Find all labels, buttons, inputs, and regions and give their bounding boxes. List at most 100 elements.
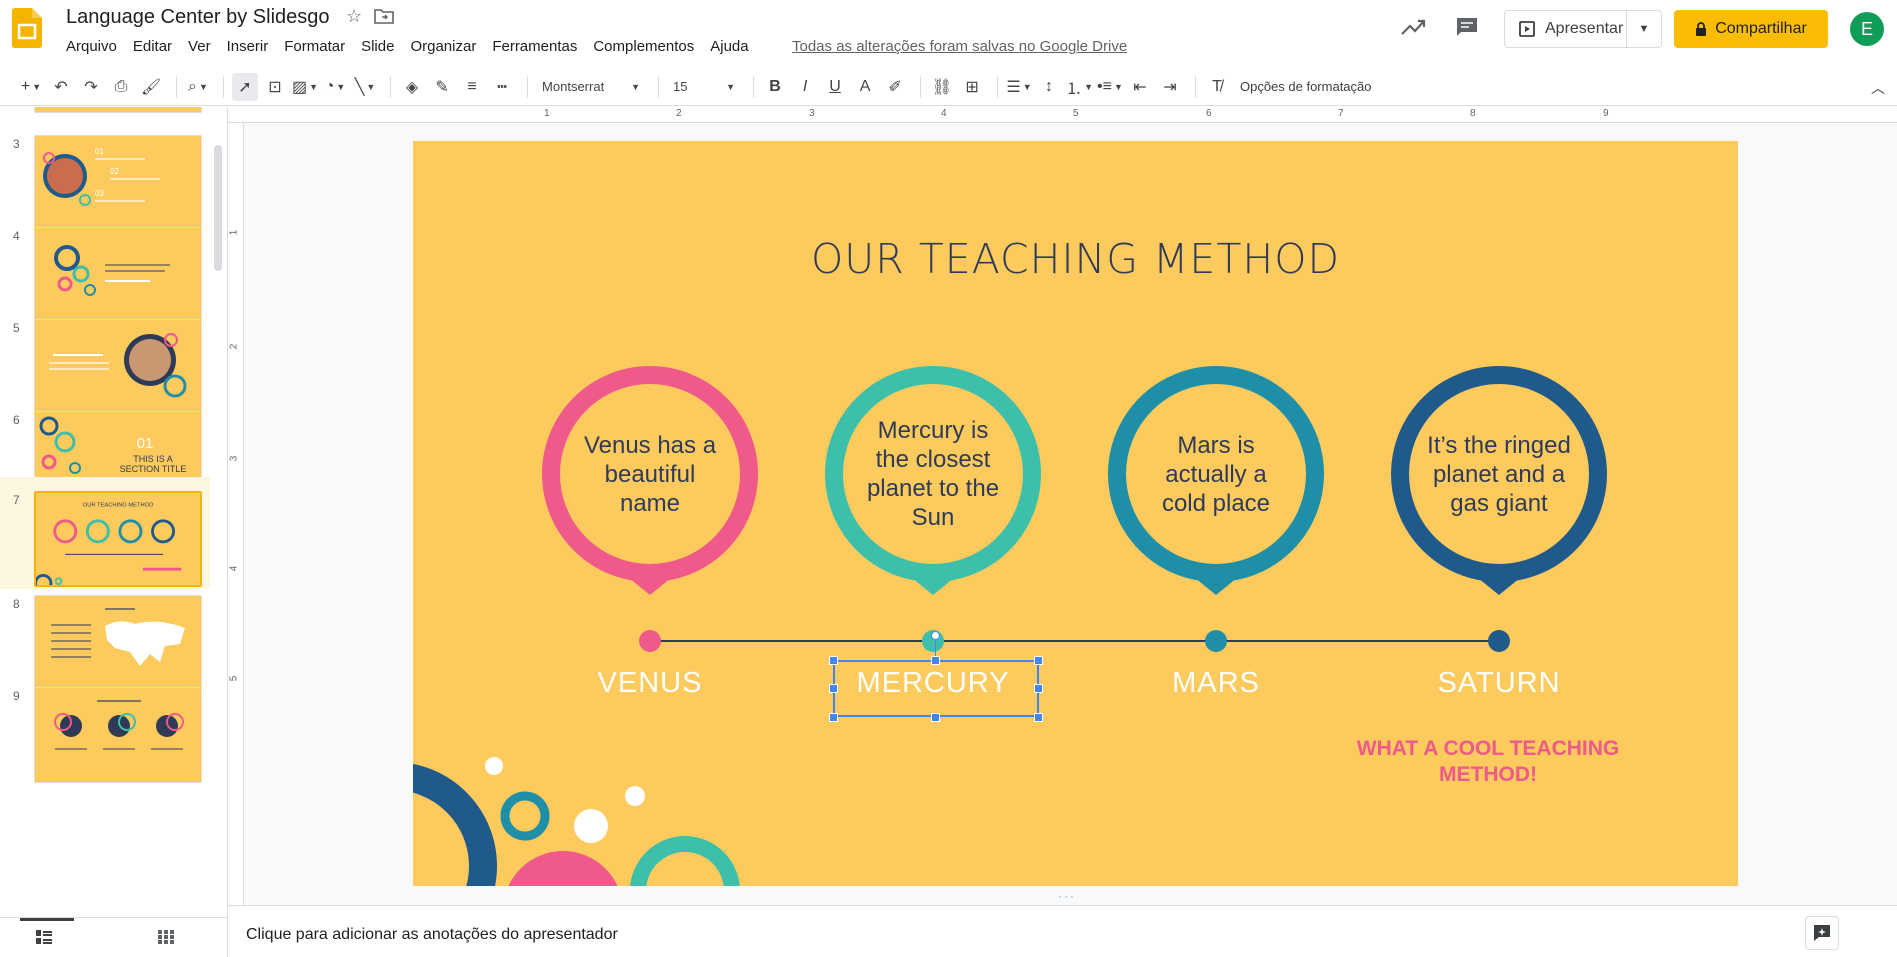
clear-formatting-icon[interactable]: T̸ [1204, 73, 1230, 101]
pin-mars-text[interactable]: Mars is actually a cold place [1107, 365, 1325, 583]
pin-mars[interactable]: Mars is actually a cold place [1107, 365, 1325, 595]
filmstrip-scrollbar[interactable] [214, 145, 222, 271]
comments-icon[interactable] [1455, 16, 1479, 38]
bold-icon[interactable]: B [762, 73, 788, 101]
resize-handle[interactable] [1034, 684, 1043, 693]
menu-ver[interactable]: Ver [180, 36, 219, 57]
ruler-mark: 6 [1206, 108, 1212, 119]
filmstrip-view-icon[interactable] [36, 930, 52, 944]
svg-text:OUR TEACHING METHOD: OUR TEACHING METHOD [83, 502, 154, 508]
pin-venus-text[interactable]: Venus has a beautiful name [541, 365, 759, 583]
resize-handle[interactable] [829, 656, 838, 665]
slide-title[interactable]: OUR TEACHING METHOD [413, 235, 1738, 283]
text-color-icon[interactable]: A [852, 73, 878, 101]
align-icon[interactable]: ☰ ▼ [1006, 73, 1032, 101]
timeline-dot-venus[interactable] [639, 630, 661, 652]
zoom-icon[interactable]: ⌕ ▼ [185, 73, 211, 101]
decrease-indent-icon[interactable]: ⇤ [1127, 73, 1153, 101]
present-dropdown-icon[interactable]: ▼ [1627, 23, 1661, 35]
border-weight-icon[interactable]: ≡ [459, 73, 485, 101]
text-box-icon[interactable]: ⊡ [262, 73, 288, 101]
timeline-dot-saturn[interactable] [1488, 630, 1510, 652]
highlight-color-icon[interactable]: ✐ [882, 73, 908, 101]
pin-saturn[interactable]: It’s the ringed planet and a gas giant [1390, 365, 1608, 595]
rotate-handle[interactable] [931, 631, 940, 640]
menu-inserir[interactable]: Inserir [219, 36, 277, 57]
current-slide[interactable]: OUR TEACHING METHOD Venus has a beautifu… [413, 141, 1738, 886]
bulleted-list-icon[interactable]: •≡ ▼ [1097, 73, 1123, 101]
horizontal-ruler[interactable]: 1 2 3 4 5 6 7 8 9 [228, 107, 1897, 123]
pin-mercury[interactable]: Mercury is the closest planet to the Sun [824, 365, 1042, 595]
font-size-dropdown[interactable]: 15 ▼ [667, 73, 741, 101]
collapse-toolbar-icon[interactable]: ︿ [1871, 78, 1885, 98]
menu-ajuda[interactable]: Ajuda [702, 36, 756, 57]
font-family-dropdown[interactable]: Montserrat ▼ [536, 73, 646, 101]
grid-view-icon[interactable] [158, 930, 174, 944]
resize-handle[interactable] [829, 684, 838, 693]
format-options-button[interactable]: Opções de formatação [1240, 79, 1372, 94]
present-button[interactable]: Apresentar [1505, 11, 1627, 47]
cool-method-text[interactable]: WHAT A COOL TEACHING METHOD! [1338, 736, 1638, 788]
numbered-list-icon[interactable]: ⒈ ▼ [1066, 73, 1093, 101]
label-mars[interactable]: MARS [1116, 667, 1316, 700]
activity-trend-icon[interactable] [1400, 16, 1426, 38]
menu-editar[interactable]: Editar [125, 36, 180, 57]
account-avatar[interactable]: E [1850, 12, 1884, 46]
filmstrip-slide-9[interactable]: 9 [0, 685, 210, 797]
decorative-circles [413, 757, 740, 886]
image-icon[interactable]: ▨ ▼ [292, 73, 318, 101]
ruler-mark: 5 [1073, 108, 1079, 119]
menu-slide[interactable]: Slide [353, 36, 402, 57]
menu-ferramentas[interactable]: Ferramentas [484, 36, 585, 57]
ruler-mark: 3 [809, 108, 815, 119]
share-button[interactable]: Compartilhar [1674, 10, 1828, 48]
label-venus[interactable]: VENUS [550, 667, 750, 700]
undo-icon[interactable]: ↶ [48, 73, 74, 101]
timeline-line[interactable] [651, 640, 1499, 642]
resize-handle[interactable] [931, 713, 940, 722]
new-slide-icon[interactable]: + ▼ [18, 73, 44, 101]
insert-link-icon[interactable]: ⛓ [929, 73, 955, 101]
fill-color-icon[interactable]: ◈ [399, 73, 425, 101]
shape-icon[interactable]: ◔ ▼ [322, 73, 348, 101]
menu-formatar[interactable]: Formatar [276, 36, 353, 57]
select-cursor-icon[interactable]: ➚ [232, 72, 258, 101]
add-comment-icon[interactable]: ⊞ [959, 73, 985, 101]
border-color-icon[interactable]: ✎ [429, 73, 455, 101]
slide-number: 7 [13, 493, 20, 507]
resize-grip-icon[interactable]: ··· [1058, 889, 1076, 903]
line-icon[interactable]: ╲ ▼ [352, 73, 378, 101]
resize-handle[interactable] [1034, 656, 1043, 665]
redo-icon[interactable]: ↷ [78, 73, 104, 101]
menu-arquivo[interactable]: Arquivo [58, 36, 125, 57]
pin-venus[interactable]: Venus has a beautiful name [541, 365, 759, 595]
paint-format-icon[interactable]: 🖌 [138, 73, 164, 101]
resize-handle[interactable] [1034, 713, 1043, 722]
document-title[interactable]: Language Center by Slidesgo [66, 6, 330, 29]
slides-logo-icon[interactable] [12, 8, 42, 48]
speaker-notes[interactable]: Clique para adicionar as anotações do ap… [228, 905, 1897, 957]
speaker-notes-placeholder[interactable]: Clique para adicionar as anotações do ap… [246, 926, 618, 944]
menu-complementos[interactable]: Complementos [585, 36, 702, 57]
border-dash-icon[interactable]: ┅ [489, 73, 515, 101]
vertical-ruler[interactable]: 1 2 3 4 5 [228, 123, 244, 905]
resize-handle[interactable] [931, 656, 940, 665]
resize-handle[interactable] [829, 713, 838, 722]
pin-saturn-text[interactable]: It’s the ringed planet and a gas giant [1390, 365, 1608, 583]
filmstrip-slide-7[interactable]: 7 OUR TEACHING METHOD [0, 477, 210, 589]
print-icon[interactable]: ⎙ [108, 73, 134, 101]
thumb-partial[interactable] [0, 107, 210, 117]
timeline-dot-mars[interactable] [1205, 630, 1227, 652]
toolbar-divider [1194, 75, 1196, 98]
menu-organizar[interactable]: Organizar [402, 36, 484, 57]
italic-icon[interactable]: I [792, 73, 818, 101]
explore-button[interactable] [1805, 916, 1839, 950]
line-spacing-icon[interactable]: ↕ [1036, 73, 1062, 101]
underline-icon[interactable]: U [822, 73, 848, 101]
save-status-link[interactable]: Todas as alterações foram salvas no Goog… [792, 38, 1127, 55]
pin-mercury-text[interactable]: Mercury is the closest planet to the Sun [824, 365, 1042, 583]
move-folder-icon[interactable] [374, 7, 394, 25]
label-saturn[interactable]: SATURN [1399, 667, 1599, 700]
increase-indent-icon[interactable]: ⇥ [1157, 73, 1183, 101]
star-icon[interactable]: ☆ [346, 6, 362, 27]
